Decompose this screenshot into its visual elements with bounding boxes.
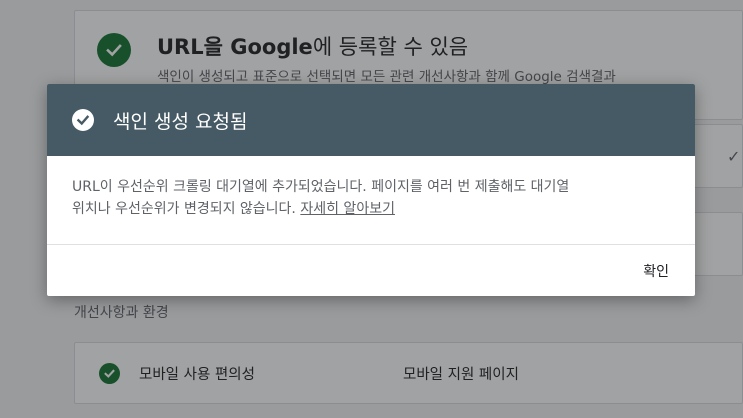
dialog-divider [47, 244, 695, 245]
ok-button[interactable]: 확인 [635, 254, 677, 288]
indexing-requested-dialog: 색인 생성 요청됨 URL이 우선순위 크롤링 대기열에 추가되었습니다. 페이… [47, 84, 695, 296]
learn-more-link[interactable]: 자세히 알아보기 [300, 201, 395, 217]
dialog-message: URL이 우선순위 크롤링 대기열에 추가되었습니다. 페이지를 여러 번 제출… [72, 176, 672, 220]
dialog-title: 색인 생성 요청됨 [113, 111, 248, 133]
dialog-message-line-1: URL이 우선순위 크롤링 대기열에 추가되었습니다. 페이지를 여러 번 제출… [72, 179, 570, 195]
dialog-message-line-2-text: 위치나 우선순위가 변경되지 않습니다. [72, 201, 301, 217]
dialog-header: 색인 생성 요청됨 [47, 84, 695, 156]
check-circle-icon [72, 109, 94, 131]
dialog-message-line-2: 위치나 우선순위가 변경되지 않습니다. 자세히 알아보기 [72, 198, 672, 220]
